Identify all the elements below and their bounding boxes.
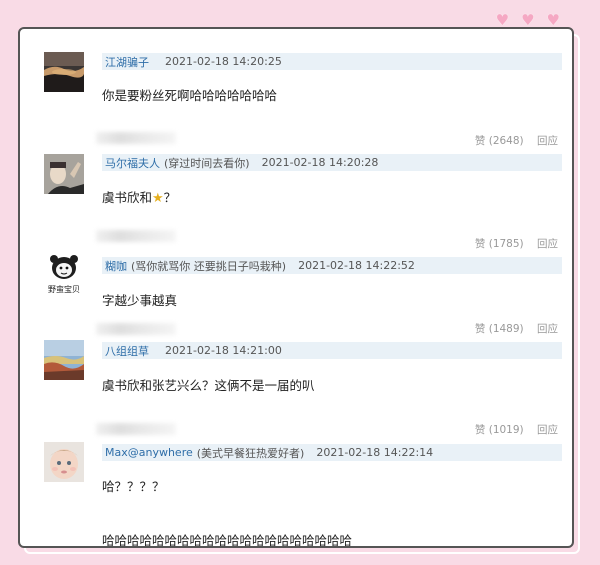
comment-meta: 糊咖 (骂你就骂你 还要挑日子吗栽种) 2021-02-18 14:22:52 (102, 257, 562, 274)
username-link[interactable]: 江湖骗子 (105, 54, 149, 70)
user-tagline: (美式早餐狂热爱好者) (196, 446, 305, 460)
comment-meta: 八组组草 2021-02-18 14:21:00 (102, 342, 562, 359)
comment-panel: 江湖骗子 2021-02-18 14:20:25 你是要粉丝死啊哈哈哈哈哈哈哈 … (18, 27, 574, 548)
avatar-image (44, 442, 84, 482)
blurred-reply-user (96, 230, 176, 242)
avatar-image (44, 340, 84, 380)
like-button[interactable]: 赞 (1019) (475, 424, 524, 436)
user-tagline: (骂你就骂你 还要挑日子吗栽种) (131, 259, 287, 273)
comment-text-part: 虞书欣和 (102, 190, 153, 205)
username-link[interactable]: Max@anywhere (105, 446, 193, 459)
like-button[interactable]: 赞 (2648) (475, 135, 524, 147)
username-link[interactable]: 八组组草 (105, 343, 149, 359)
comment-time: 2021-02-18 14:21:00 (165, 344, 282, 357)
comment-text-part: ？ (163, 190, 177, 205)
avatar[interactable] (44, 442, 84, 482)
heart-icon: ♥ (521, 11, 535, 29)
comment-meta: Max@anywhere (美式早餐狂热爱好者) 2021-02-18 14:2… (102, 444, 562, 461)
avatar-image (44, 154, 84, 194)
comment-text: 虞书欣和张艺兴么？这俩不是一届的叭 (102, 378, 315, 393)
avatar-caption: 野蛮宝贝 (48, 285, 80, 293)
comment-text: 哈？？？？ (102, 479, 165, 494)
comment-actions: 赞 (1019) 回应 (465, 422, 558, 437)
reply-button[interactable]: 回应 (537, 238, 558, 250)
comment-text: 虞书欣和★？ (102, 187, 176, 206)
comment-text: 哈哈哈哈哈哈哈哈哈哈哈哈哈哈哈哈哈哈哈哈 (102, 533, 353, 548)
comment-time: 2021-02-18 14:20:28 (261, 156, 379, 169)
comment-meta: 马尔福夫人 (穿过时间去看你) 2021-02-18 14:20:28 (102, 154, 562, 171)
avatar-image (44, 52, 84, 92)
blurred-reply-user (96, 423, 176, 435)
comment-time: 2021-02-18 14:22:52 (298, 259, 415, 272)
username-link[interactable]: 糊咖 (105, 258, 127, 274)
comment-actions: 赞 (1785) 回应 (465, 236, 558, 251)
comment-text: 字越少事越真 (102, 293, 178, 308)
reply-button[interactable]: 回应 (537, 424, 558, 436)
comment-actions: 赞 (2648) 回应 (465, 133, 558, 148)
blurred-reply-user (96, 323, 176, 335)
comment-actions: 赞 (1489) 回应 (465, 321, 558, 336)
blurred-reply-user (96, 132, 176, 144)
reply-button[interactable]: 回应 (537, 323, 558, 335)
comment-time: 2021-02-18 14:22:14 (316, 446, 434, 459)
heart-icon: ♥ (495, 11, 510, 29)
username-link[interactable]: 马尔福夫人 (105, 155, 160, 171)
like-button[interactable]: 赞 (1489) (475, 323, 524, 335)
comment-meta: 江湖骗子 2021-02-18 14:20:25 (102, 53, 562, 70)
avatar[interactable]: 野蛮宝贝 (44, 253, 84, 293)
comment-text: 你是要粉丝死啊哈哈哈哈哈哈哈 (102, 88, 278, 103)
like-button[interactable]: 赞 (1785) (475, 238, 524, 250)
decorative-hearts: ♥ ♥ ♥ (496, 13, 560, 28)
avatar[interactable] (44, 52, 84, 92)
user-tagline: (穿过时间去看你) (164, 156, 250, 170)
reply-button[interactable]: 回应 (537, 135, 558, 147)
comment-time: 2021-02-18 14:20:25 (165, 55, 282, 68)
star-icon: ★ (152, 191, 164, 206)
avatar[interactable] (44, 340, 84, 380)
heart-icon: ♥ (546, 11, 560, 29)
avatar[interactable] (44, 154, 84, 194)
